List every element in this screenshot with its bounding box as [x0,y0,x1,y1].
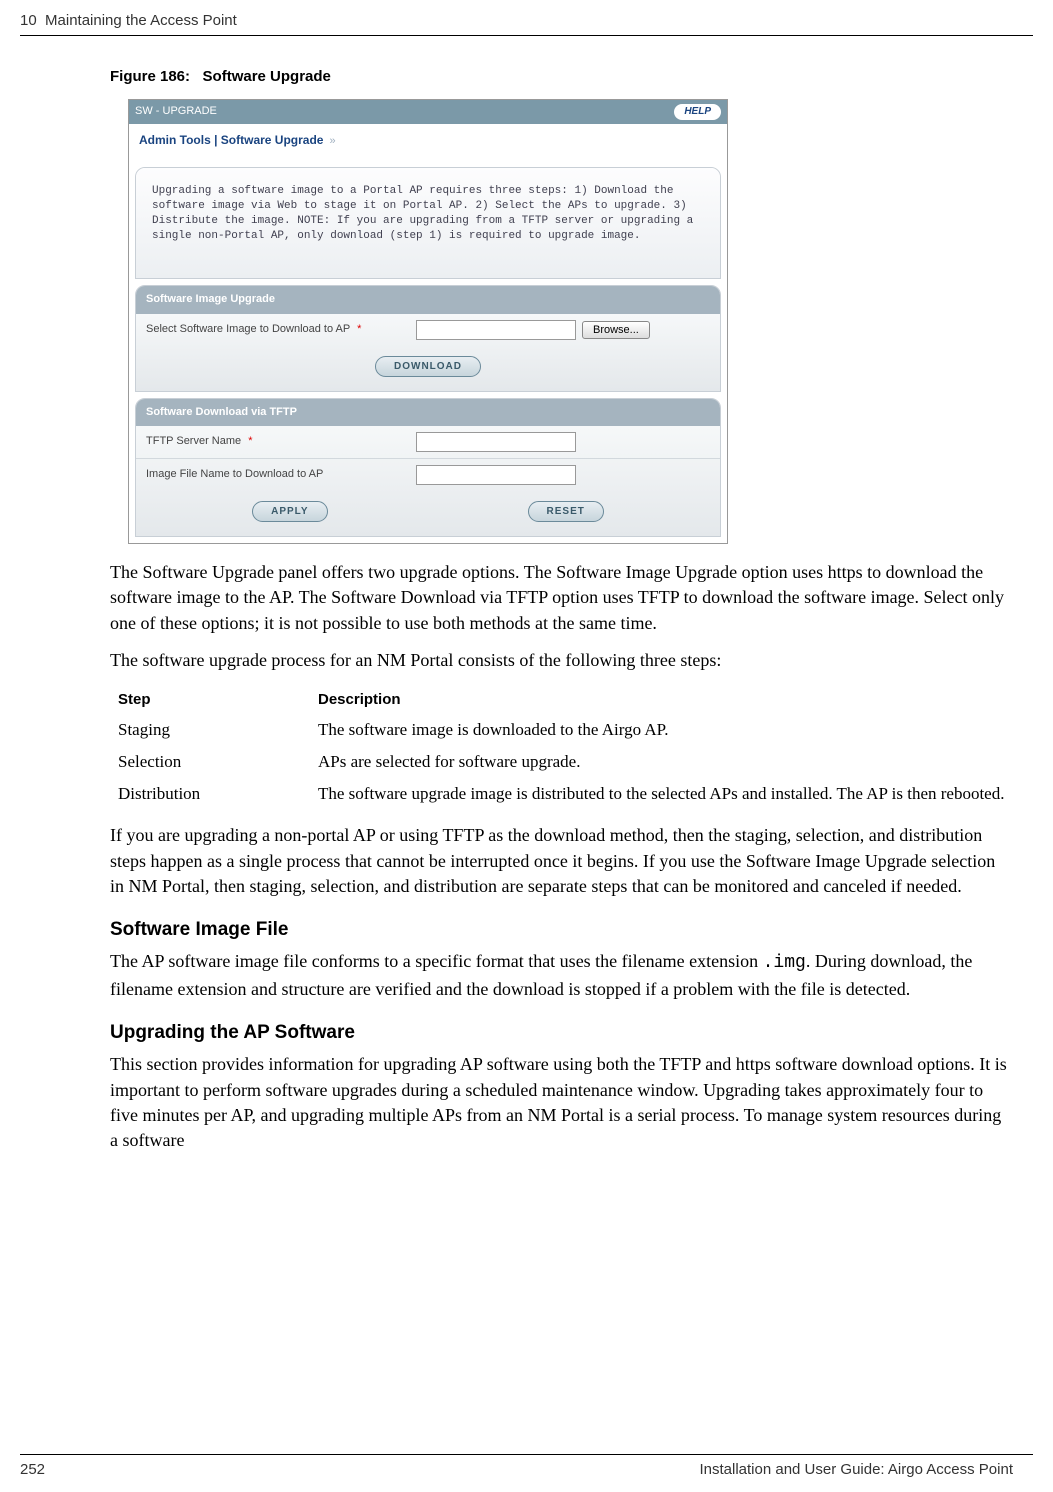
required-star: * [248,435,252,447]
select-image-input[interactable] [416,320,576,340]
step-cell: Selection [118,746,318,778]
image-upgrade-form: Select Software Image to Download to AP … [136,314,720,391]
section-header-tftp: Software Download via TFTP [136,399,720,426]
intro-panel: Upgrading a software image to a Portal A… [135,167,721,279]
help-button[interactable]: HELP [674,104,721,120]
paragraph-image-file: The AP software image file conforms to a… [110,949,1013,1001]
select-image-row: Select Software Image to Download to AP … [136,314,720,346]
download-button[interactable]: DOWNLOAD [375,356,481,377]
table-row: Selection APs are selected for software … [118,746,1004,778]
page-header: 10 Maintaining the Access Point [0,0,1053,31]
tftp-server-label: TFTP Server Name * [146,434,416,449]
chapter-label: 10 Maintaining the Access Point [20,10,237,31]
paragraph-upgrade-options: The Software Upgrade panel offers two up… [110,560,1013,636]
download-button-row: DOWNLOAD [136,346,720,391]
image-file-text-a: The AP software image file conforms to a… [110,951,763,971]
section-header-image-upgrade: Software Image Upgrade [136,286,720,313]
desc-cell: APs are selected for software upgrade. [318,746,1004,778]
heading-upgrading-ap: Upgrading the AP Software [110,1020,1013,1047]
chevron-icon: » [329,135,335,147]
chapter-title: Maintaining the Access Point [45,12,237,29]
page-number: 252 [20,1459,45,1480]
required-star: * [357,323,361,335]
image-file-row: Image File Name to Download to AP [136,458,720,491]
footer-title: Installation and User Guide: Airgo Acces… [699,1459,1013,1480]
table-row: Distribution The software upgrade image … [118,778,1004,810]
page-footer: 252 Installation and User Guide: Airgo A… [0,1454,1053,1492]
select-image-label-text: Select Software Image to Download to AP [146,323,350,335]
image-file-label: Image File Name to Download to AP [146,467,416,482]
select-image-label: Select Software Image to Download to AP … [146,322,416,337]
paragraph-three-steps: The software upgrade process for an NM P… [110,648,1013,673]
paragraph-non-portal: If you are upgrading a non-portal AP or … [110,823,1013,899]
intro-text: Upgrading a software image to a Portal A… [136,168,720,278]
tftp-form: TFTP Server Name * Image File Name to Do… [136,426,720,536]
figure-caption: Figure 186: Software Upgrade [110,66,1013,87]
footer-divider [20,1454,1033,1455]
tftp-server-row: TFTP Server Name * [136,426,720,458]
screenshot-titlebar: SW - UPGRADE HELP [129,100,727,124]
screenshot-title: SW - UPGRADE [135,104,217,119]
breadcrumb-text: Admin Tools | Software Upgrade [139,133,323,147]
desc-cell: The software upgrade image is distribute… [318,778,1004,810]
table-header-row: Step Description [118,685,1004,714]
image-upgrade-panel: Software Image Upgrade Select Software I… [135,285,721,391]
tftp-panel: Software Download via TFTP TFTP Server N… [135,398,721,537]
image-file-input[interactable] [416,465,576,485]
paragraph-upgrading-ap: This section provides information for up… [110,1052,1013,1153]
footer-row: 252 Installation and User Guide: Airgo A… [0,1459,1053,1492]
heading-software-image-file: Software Image File [110,917,1013,944]
figure-title: Software Upgrade [203,68,331,85]
table-row: Staging The software image is downloaded… [118,714,1004,746]
step-cell: Distribution [118,778,318,810]
col-header-step: Step [118,685,318,714]
image-file-extension: .img [763,953,806,973]
tftp-server-input[interactable] [416,432,576,452]
apply-reset-row: APPLY RESET [136,491,720,536]
software-upgrade-screenshot: SW - UPGRADE HELP Admin Tools | Software… [128,99,728,544]
desc-cell: The software image is downloaded to the … [318,714,1004,746]
breadcrumb: Admin Tools | Software Upgrade » [129,124,727,161]
main-content: Figure 186: Software Upgrade SW - UPGRAD… [0,36,1053,1153]
steps-table: Step Description Staging The software im… [118,685,1004,809]
tftp-server-label-text: TFTP Server Name [146,435,241,447]
reset-button[interactable]: RESET [528,501,604,522]
apply-button[interactable]: APPLY [252,501,327,522]
chapter-number: 10 [20,12,37,29]
step-cell: Staging [118,714,318,746]
col-header-desc: Description [318,685,1004,714]
figure-label: Figure 186: [110,68,190,85]
browse-button[interactable]: Browse... [582,321,650,339]
